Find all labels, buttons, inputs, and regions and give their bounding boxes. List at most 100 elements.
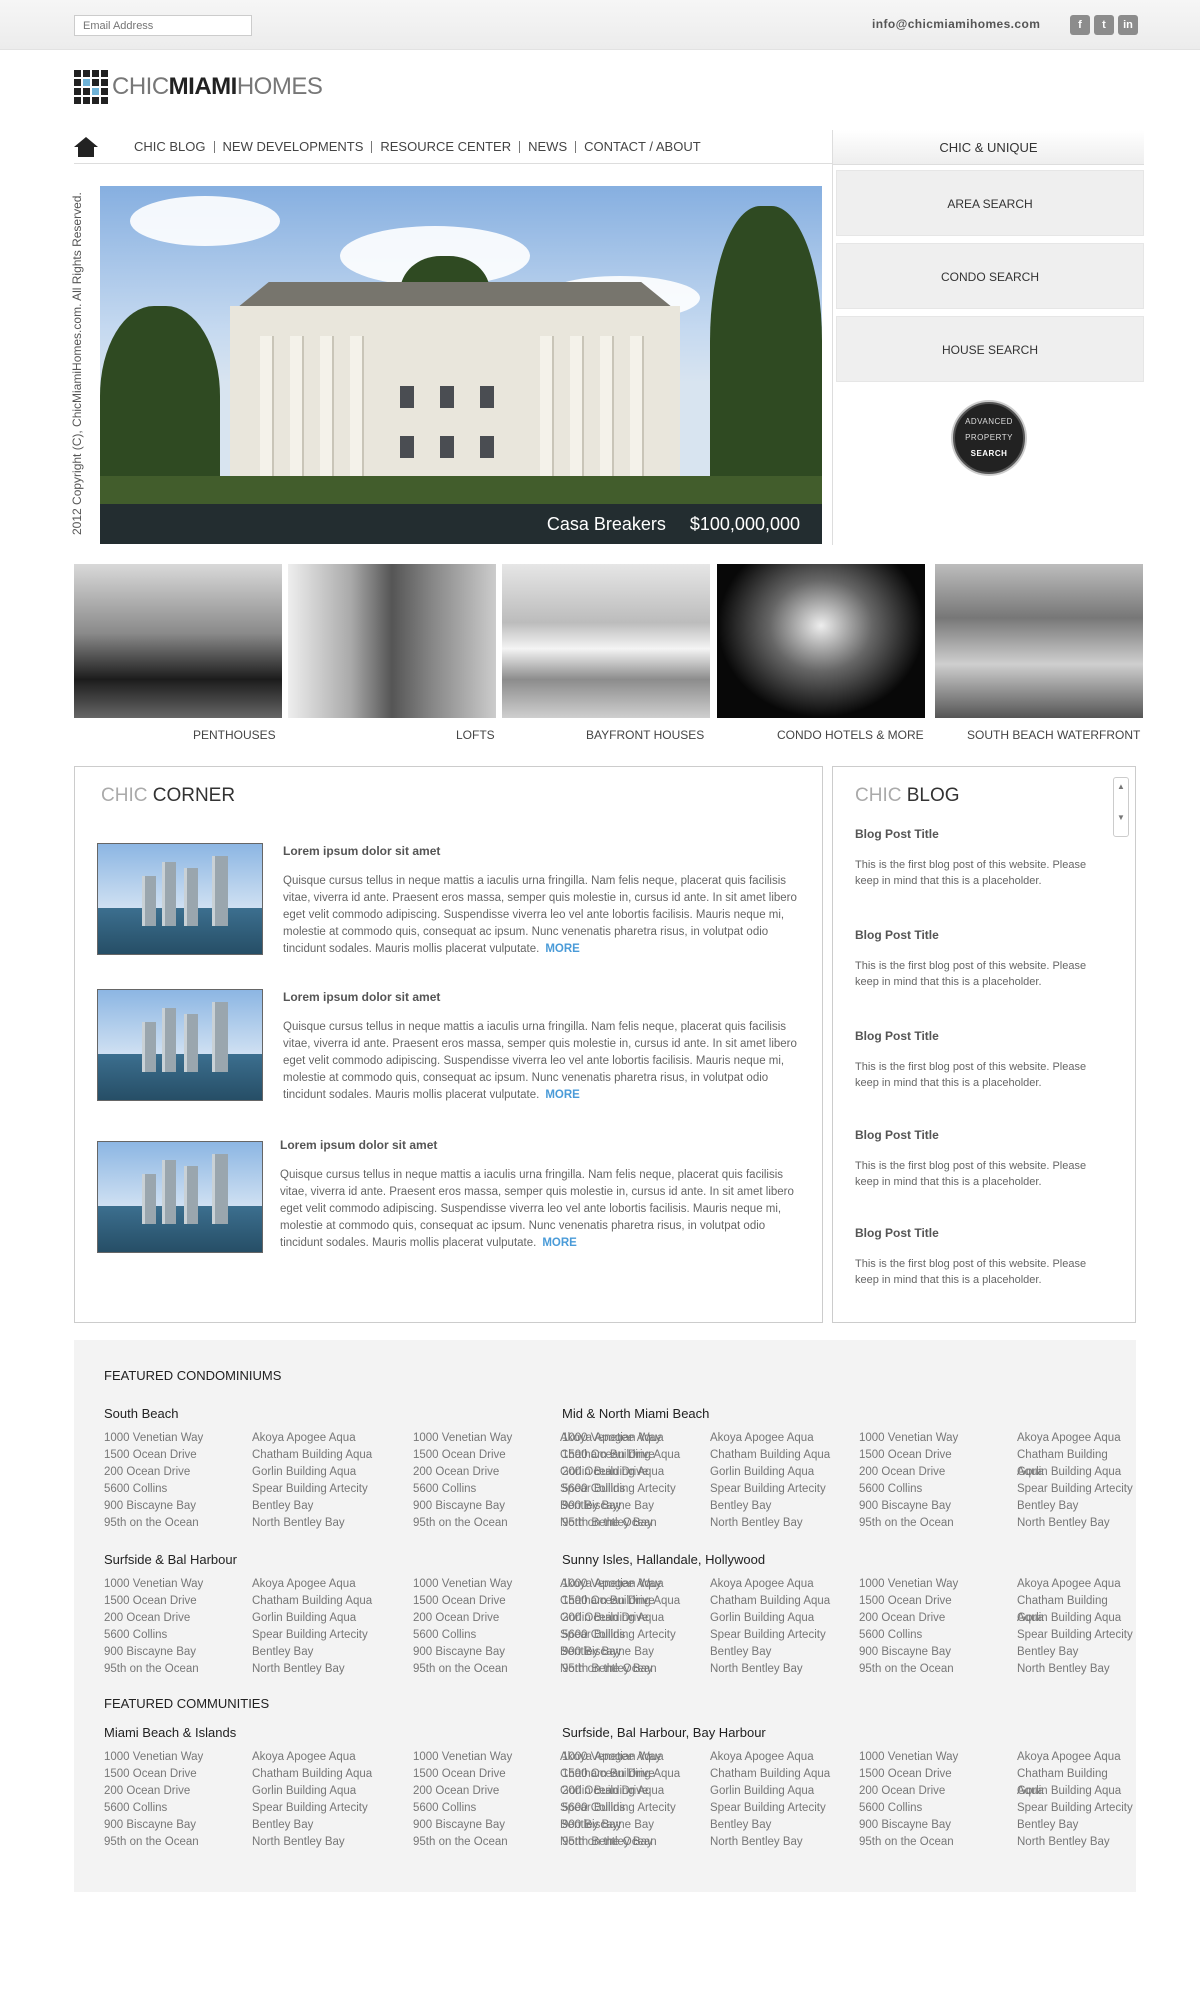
featured-link[interactable]: Spear Building Artecity [1017, 1481, 1133, 1498]
lofts-thumbnail[interactable] [288, 564, 496, 718]
category-lofts[interactable]: LOFTS [456, 728, 495, 742]
featured-link[interactable]: 5600 Collins [413, 1627, 476, 1644]
house-search-button[interactable]: HOUSE SEARCH [836, 316, 1144, 382]
featured-link[interactable]: 95th on the Ocean [413, 1661, 508, 1678]
featured-link[interactable]: 1500 Ocean Drive [562, 1593, 655, 1610]
featured-link[interactable]: 95th on the Ocean [104, 1834, 199, 1851]
featured-group-title[interactable]: Miami Beach & Islands [104, 1725, 236, 1740]
featured-link[interactable]: 1000 Venetian Way [859, 1430, 958, 1447]
condo-search-button[interactable]: CONDO SEARCH [836, 243, 1144, 309]
featured-link[interactable]: 900 Biscayne Bay [104, 1644, 196, 1661]
featured-link[interactable]: 1500 Ocean Drive [104, 1593, 197, 1610]
advanced-search-button[interactable]: ADVANCED PROPERTY SEARCH [953, 402, 1025, 474]
featured-link[interactable]: 5600 Collins [413, 1800, 476, 1817]
featured-link[interactable]: 900 Biscayne Bay [104, 1817, 196, 1834]
featured-link[interactable]: North Bentley Bay [710, 1515, 803, 1532]
featured-link[interactable]: Bentley Bay [710, 1817, 771, 1834]
blog-post-title[interactable]: Blog Post Title [855, 928, 939, 942]
category-bayfront-houses[interactable]: BAYFRONT HOUSES [586, 728, 704, 742]
featured-link[interactable]: Spear Building Artecity [252, 1627, 368, 1644]
featured-link[interactable]: 95th on the Ocean [413, 1834, 508, 1851]
featured-link[interactable]: Spear Building Artecity [1017, 1627, 1133, 1644]
featured-link[interactable]: 1000 Venetian Way [413, 1576, 512, 1593]
featured-link[interactable]: 1500 Ocean Drive [562, 1766, 655, 1783]
featured-link[interactable]: 900 Biscayne Bay [562, 1817, 654, 1834]
blog-scrollbar[interactable]: ▲ ▼ [1113, 777, 1129, 837]
blog-post-title[interactable]: Blog Post Title [855, 827, 939, 841]
featured-link[interactable]: Bentley Bay [710, 1644, 771, 1661]
area-search-button[interactable]: AREA SEARCH [836, 170, 1144, 236]
featured-link[interactable]: 200 Ocean Drive [104, 1464, 190, 1481]
featured-link[interactable]: 5600 Collins [562, 1627, 625, 1644]
featured-link[interactable]: 200 Ocean Drive [859, 1464, 945, 1481]
featured-link[interactable]: Akoya Apogee Aqua [710, 1576, 814, 1593]
featured-link[interactable]: 95th on the Ocean [413, 1515, 508, 1532]
featured-link[interactable]: 95th on the Ocean [104, 1661, 199, 1678]
featured-link[interactable]: 95th on the Ocean [859, 1661, 954, 1678]
featured-link[interactable]: 200 Ocean Drive [562, 1783, 648, 1800]
featured-link[interactable]: 5600 Collins [104, 1481, 167, 1498]
featured-link[interactable]: 200 Ocean Drive [413, 1610, 499, 1627]
featured-link[interactable]: 1000 Venetian Way [562, 1430, 661, 1447]
featured-link[interactable]: 1000 Venetian Way [859, 1749, 958, 1766]
featured-link[interactable]: 1500 Ocean Drive [413, 1593, 506, 1610]
featured-link[interactable]: Akoya Apogee Aqua [1017, 1576, 1121, 1593]
featured-link[interactable]: 900 Biscayne Bay [562, 1644, 654, 1661]
more-link[interactable]: MORE [545, 943, 580, 955]
featured-link[interactable]: North Bentley Bay [252, 1661, 345, 1678]
featured-link[interactable]: 1000 Venetian Way [413, 1430, 512, 1447]
featured-link[interactable]: 1000 Venetian Way [104, 1749, 203, 1766]
post-title[interactable]: Lorem ipsum dolor sit amet [283, 844, 440, 858]
featured-link[interactable]: Chatham Building Aqua [710, 1447, 830, 1464]
featured-link[interactable]: 1500 Ocean Drive [104, 1766, 197, 1783]
featured-link[interactable]: 200 Ocean Drive [413, 1464, 499, 1481]
featured-link[interactable]: 5600 Collins [104, 1800, 167, 1817]
featured-link[interactable]: North Bentley Bay [1017, 1834, 1110, 1851]
featured-link[interactable]: Bentley Bay [252, 1498, 313, 1515]
featured-link[interactable]: Akoya Apogee Aqua [1017, 1749, 1121, 1766]
featured-link[interactable]: 200 Ocean Drive [859, 1783, 945, 1800]
featured-link[interactable]: Spear Building Artecity [252, 1800, 368, 1817]
featured-link[interactable]: Bentley Bay [1017, 1498, 1078, 1515]
featured-link[interactable]: Bentley Bay [1017, 1817, 1078, 1834]
featured-link[interactable]: 900 Biscayne Bay [104, 1498, 196, 1515]
featured-link[interactable]: North Bentley Bay [1017, 1661, 1110, 1678]
featured-link[interactable]: Gorlin Building Aqua [1017, 1464, 1121, 1481]
featured-link[interactable]: 1500 Ocean Drive [859, 1447, 952, 1464]
featured-link[interactable]: Akoya Apogee Aqua [252, 1430, 356, 1447]
more-link[interactable]: MORE [545, 1089, 580, 1101]
featured-link[interactable]: Chatham Building Aqua [710, 1593, 830, 1610]
post-thumbnail[interactable] [97, 989, 263, 1101]
featured-link[interactable]: 900 Biscayne Bay [859, 1817, 951, 1834]
featured-link[interactable]: Bentley Bay [710, 1498, 771, 1515]
featured-link[interactable]: 900 Biscayne Bay [413, 1644, 505, 1661]
featured-link[interactable]: 95th on the Ocean [859, 1515, 954, 1532]
featured-link[interactable]: Chatham Building Aqua [710, 1766, 830, 1783]
featured-link[interactable]: Akoya Apogee Aqua [252, 1576, 356, 1593]
featured-group-title[interactable]: Surfside, Bal Harbour, Bay Harbour [562, 1725, 766, 1740]
featured-link[interactable]: 1000 Venetian Way [104, 1576, 203, 1593]
featured-group-title[interactable]: Sunny Isles, Hallandale, Hollywood [562, 1552, 765, 1567]
featured-link[interactable]: Akoya Apogee Aqua [710, 1430, 814, 1447]
nav-chic-blog[interactable]: CHIC BLOG [126, 139, 214, 154]
featured-link[interactable]: 95th on the Ocean [562, 1834, 657, 1851]
featured-link[interactable]: Spear Building Artecity [252, 1481, 368, 1498]
featured-link[interactable]: Gorlin Building Aqua [1017, 1610, 1121, 1627]
featured-link[interactable]: Akoya Apogee Aqua [710, 1749, 814, 1766]
featured-link[interactable]: 1000 Venetian Way [562, 1749, 661, 1766]
featured-link[interactable]: 200 Ocean Drive [413, 1783, 499, 1800]
featured-link[interactable]: Akoya Apogee Aqua [252, 1749, 356, 1766]
featured-link[interactable]: North Bentley Bay [1017, 1515, 1110, 1532]
featured-link[interactable]: Spear Building Artecity [710, 1800, 826, 1817]
nav-news[interactable]: NEWS [520, 139, 575, 154]
twitter-icon[interactable]: t [1094, 15, 1114, 35]
featured-link[interactable]: 1500 Ocean Drive [413, 1447, 506, 1464]
category-condo-hotels[interactable]: CONDO HOTELS & MORE [777, 728, 924, 742]
nav-new-developments[interactable]: NEW DEVELOPMENTS [215, 139, 372, 154]
featured-link[interactable]: North Bentley Bay [710, 1834, 803, 1851]
featured-link[interactable]: 900 Biscayne Bay [413, 1498, 505, 1515]
featured-link[interactable]: 1500 Ocean Drive [104, 1447, 197, 1464]
featured-link[interactable]: Gorlin Building Aqua [252, 1610, 356, 1627]
linkedin-icon[interactable]: in [1118, 15, 1138, 35]
featured-link[interactable]: 1000 Venetian Way [562, 1576, 661, 1593]
